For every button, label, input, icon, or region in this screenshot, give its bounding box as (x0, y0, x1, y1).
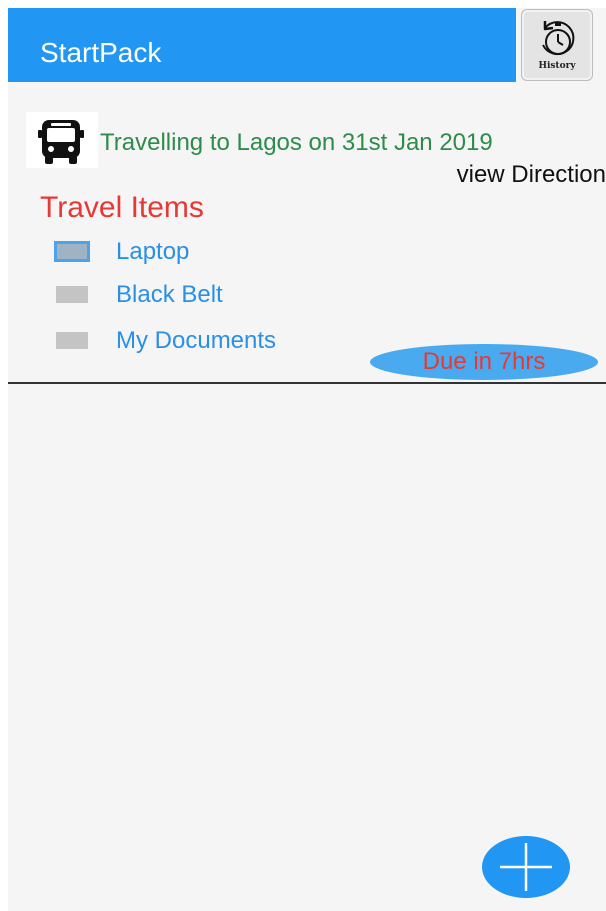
history-button[interactable]: History (521, 9, 593, 81)
travel-items-title: Travel Items (40, 191, 204, 224)
trip-description: Travelling to Lagos on 31st Jan 2019 (100, 129, 493, 156)
app-title: StartPack (40, 37, 162, 68)
list-item-laptop[interactable]: Laptop (8, 235, 348, 269)
item-checkbox[interactable] (57, 244, 87, 259)
item-label: Black Belt (116, 281, 223, 308)
view-direction-link[interactable]: view Direction (457, 160, 606, 190)
trip-vehicle-icon-box (26, 112, 98, 168)
app-screen: StartPack History Travelling to Lagos on… (8, 8, 606, 911)
item-checkbox[interactable] (56, 286, 88, 303)
list-item-my-documents[interactable]: My Documents (8, 324, 348, 358)
list-item-black-belt[interactable]: Black Belt (8, 278, 348, 312)
history-stopwatch-icon (542, 21, 575, 56)
section-divider (8, 382, 606, 384)
bus-icon (38, 120, 84, 164)
item-label: My Documents (116, 327, 277, 354)
item-label: Laptop (116, 238, 190, 265)
history-label: History (538, 61, 576, 71)
plus-icon (500, 843, 552, 891)
add-item-button[interactable] (482, 836, 570, 898)
app-bar: StartPack (8, 8, 516, 82)
item-checkbox[interactable] (56, 332, 88, 349)
due-badge: Due in 7hrs (370, 344, 598, 380)
